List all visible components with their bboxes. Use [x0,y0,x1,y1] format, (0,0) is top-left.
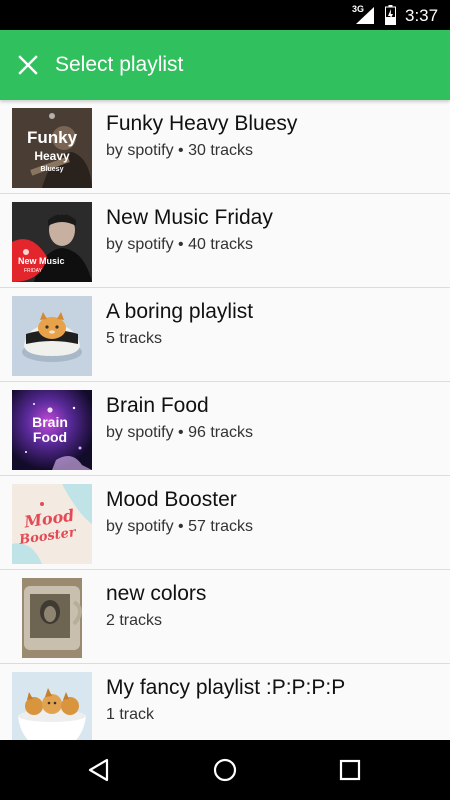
playlist-cover: Brain Food [12,390,92,470]
cover-text: Funky [27,128,78,147]
cover-text: Brain [32,414,68,430]
playlist-name: new colors [106,582,207,605]
status-clock: 3:37 [405,6,439,25]
playlist-cover [12,296,92,376]
playlist-item[interactable]: Funky Heavy Bluesy Funky Heavy Bluesy by… [0,100,450,194]
playlist-cover: Funky Heavy Bluesy [12,108,92,188]
screen: 3G 3:37 Select playlist Funky Heavy Blue… [0,0,450,800]
navigation-bar [0,740,450,800]
playlist-name: My fancy playlist :P:P:P:P [106,676,346,699]
app-bar: Select playlist [0,30,450,100]
cover-text: Heavy [34,149,70,163]
cover-text: New Music [18,256,65,266]
cover-text: FRIDAY [24,268,43,274]
playlist-subtitle: 5 tracks [106,330,163,347]
playlist-cover: New Music FRIDAY [12,202,92,282]
playlist-item[interactable]: A boring playlist 5 tracks [0,288,450,382]
playlist-name: New Music Friday [106,206,273,229]
cover-text: Food [33,429,67,445]
playlist-name: A boring playlist [106,300,254,323]
signal-icon [356,7,374,24]
status-bar: 3G 3:37 [0,0,450,30]
battery-icon [385,5,396,25]
home-icon[interactable] [210,755,240,785]
playlist-cover [12,672,92,740]
playlist-item[interactable]: new colors 2 tracks [0,570,450,664]
playlist-item[interactable]: New Music FRIDAY New Music Friday by spo… [0,194,450,288]
playlist-subtitle: by spotify • 96 tracks [106,424,253,441]
playlist-cover [12,578,92,658]
playlist-list: Funky Heavy Bluesy Funky Heavy Bluesy by… [0,100,450,740]
playlist-subtitle: by spotify • 30 tracks [106,142,253,159]
playlist-name: Brain Food [106,394,209,417]
playlist-name: Funky Heavy Bluesy [106,112,298,135]
playlist-subtitle: 2 tracks [106,612,163,629]
playlist-subtitle: by spotify • 40 tracks [106,236,253,253]
playlist-subtitle: 1 track [106,706,155,723]
playlist-item[interactable]: Mood Booster Mood Booster by spotify • 5… [0,476,450,570]
playlist-subtitle: by spotify • 57 tracks [106,518,253,535]
back-icon[interactable] [85,755,115,785]
recents-icon[interactable] [335,755,365,785]
close-icon[interactable] [14,51,42,79]
playlist-item[interactable]: Brain Food Brain Food by spotify • 96 tr… [0,382,450,476]
playlist-name: Mood Booster [106,488,237,511]
cover-text: Bluesy [41,166,64,173]
playlist-item[interactable]: My fancy playlist :P:P:P:P 1 track [0,664,450,740]
page-title: Select playlist [55,53,184,76]
playlist-cover: Mood Booster [12,484,92,564]
